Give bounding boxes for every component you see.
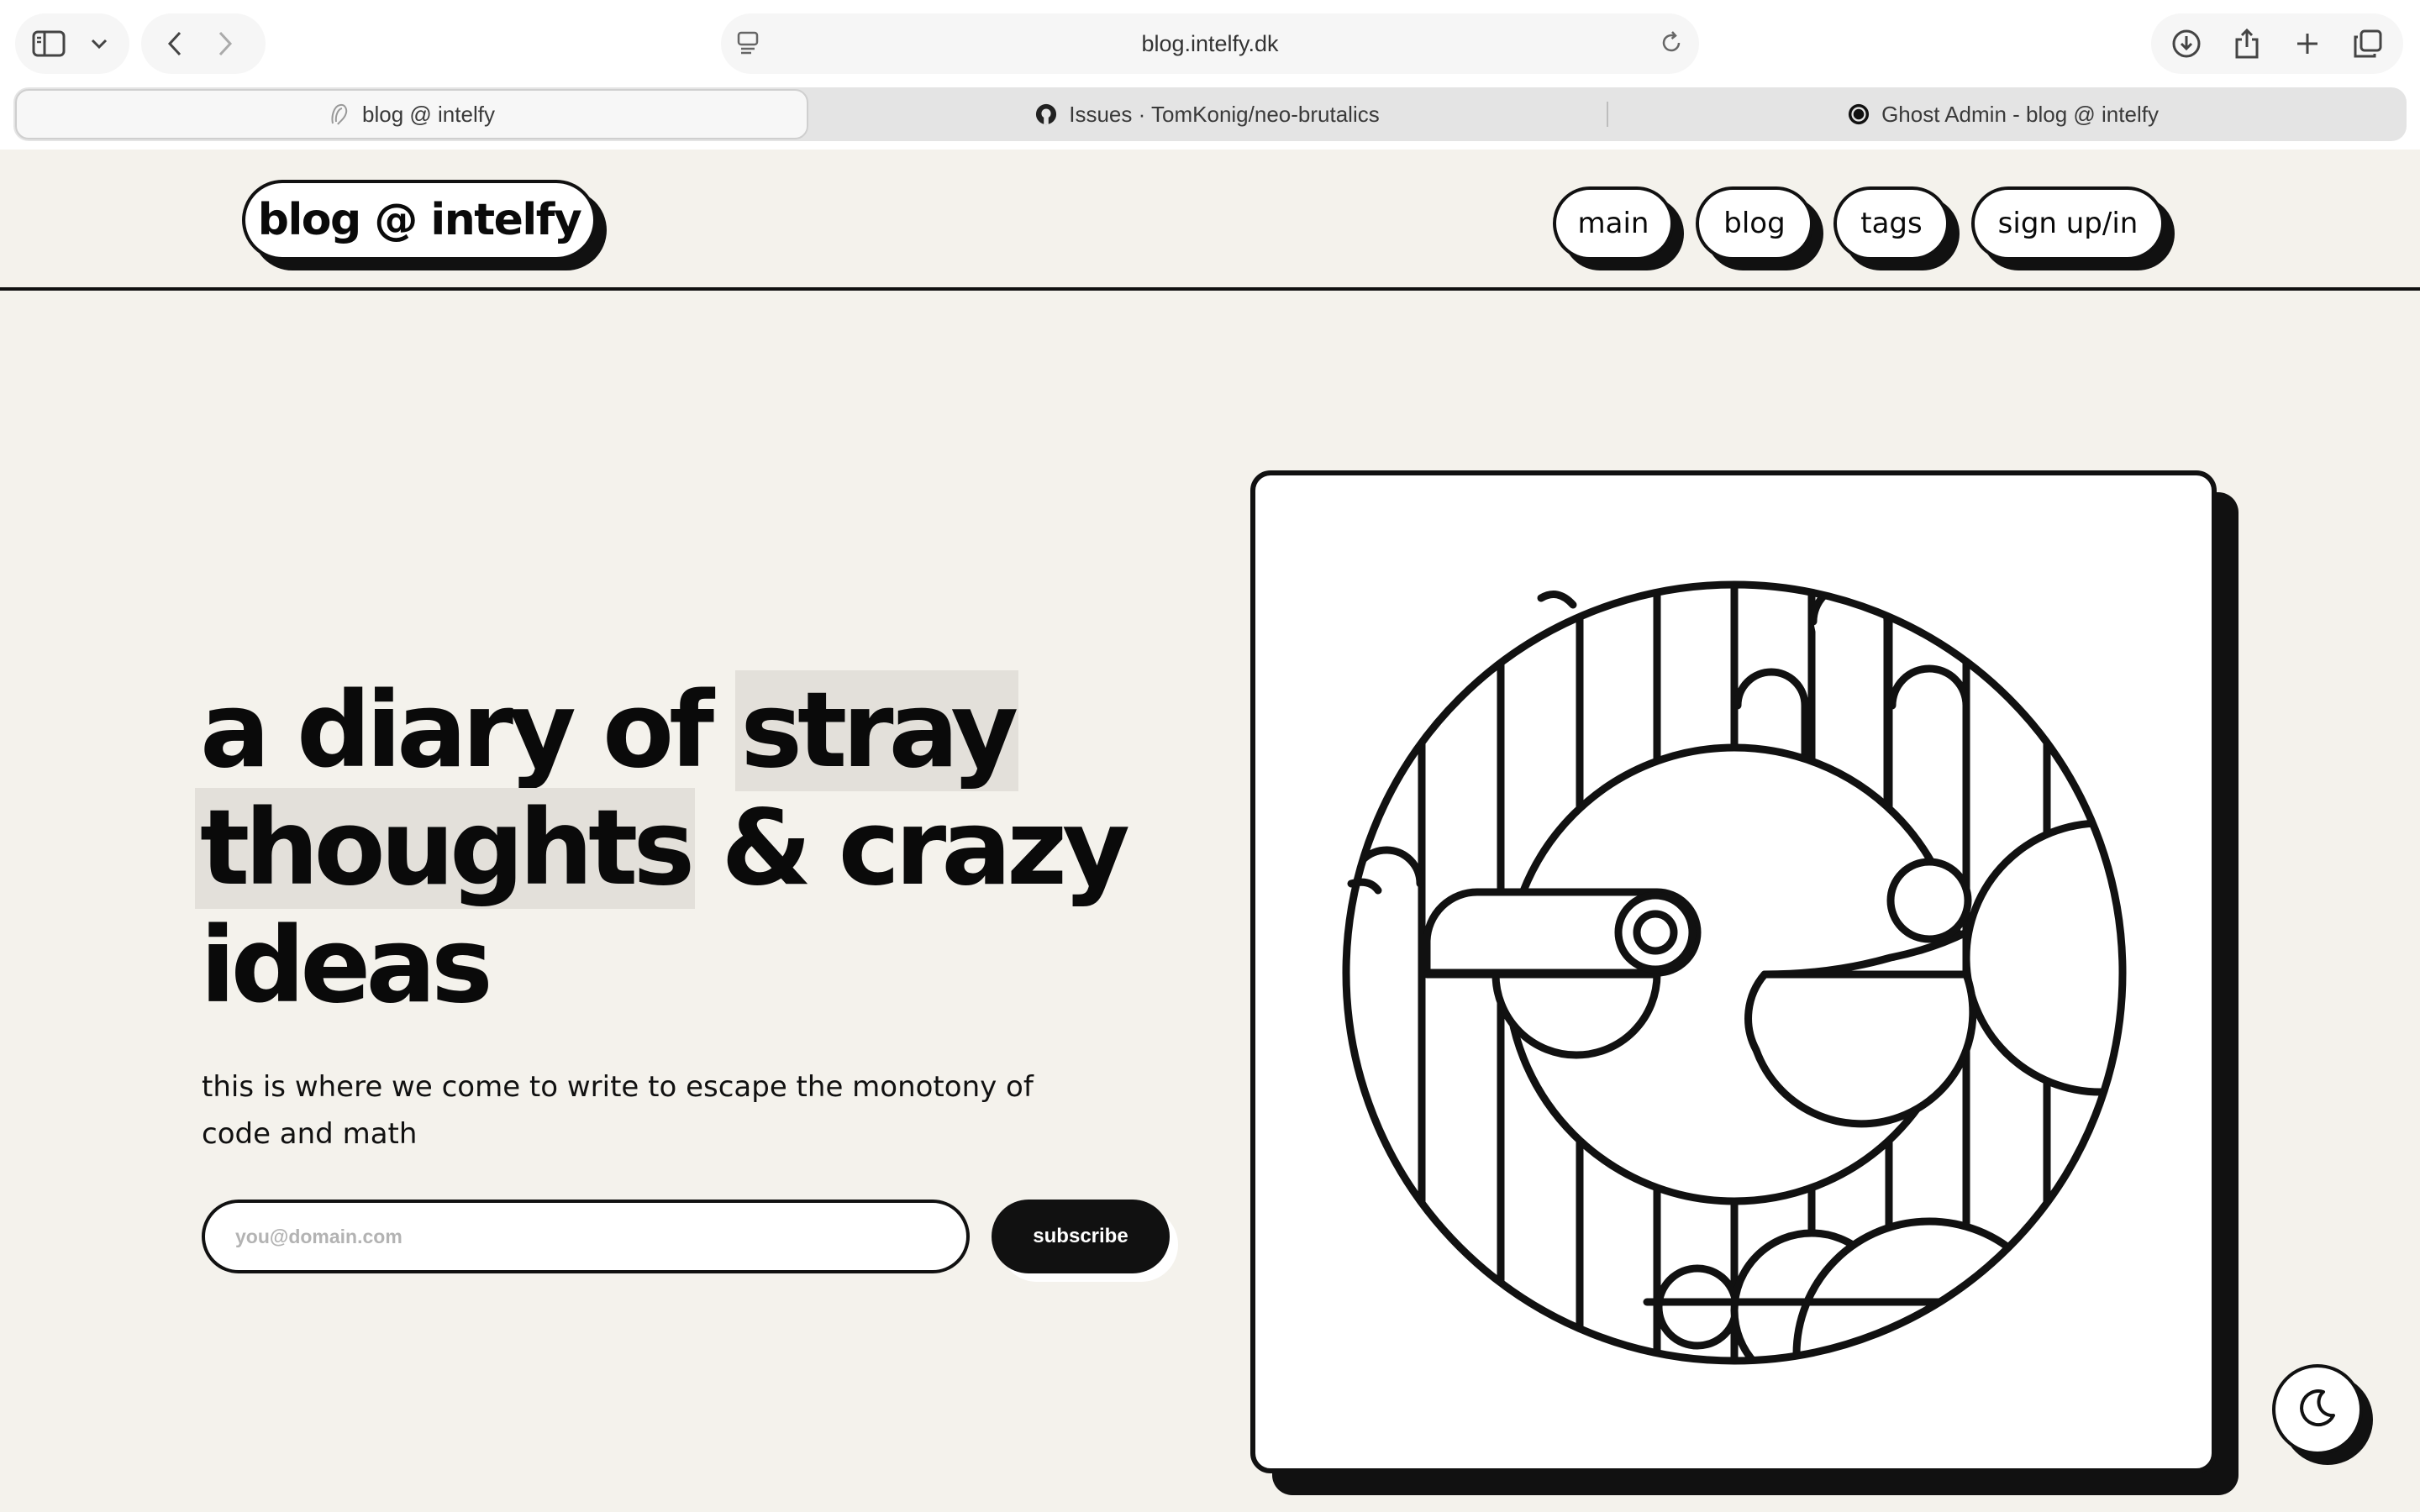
- address-bar[interactable]: blog.intelfy.dk: [721, 13, 1699, 74]
- hero-title: a diary of stray thoughts & crazy ideas: [195, 670, 1208, 1026]
- nav-tags[interactable]: tags: [1833, 186, 1949, 260]
- ghost-icon: [329, 103, 350, 125]
- tab-title: Issues · TomKonig/neo-brutalics: [1069, 101, 1380, 127]
- chevron-down-icon[interactable]: [74, 18, 124, 69]
- hero-title-text: ideas: [200, 906, 493, 1026]
- tab-title: Ghost Admin - blog @ intelfy: [1881, 101, 2159, 127]
- nav-sign-up-in[interactable]: sign up/in: [1971, 186, 2165, 260]
- ghost-admin-icon: [1848, 103, 1870, 125]
- toucan-illustration: [1342, 580, 2127, 1365]
- browser-chrome: blog.intelfy.dk blog @ intelfy Issues · …: [0, 0, 2420, 150]
- hero-title-highlight: thoughts: [195, 788, 695, 909]
- tab-github-issues[interactable]: Issues · TomKonig/neo-brutalics: [808, 89, 1607, 139]
- sidebar-controls: [15, 13, 129, 74]
- github-icon: [1035, 103, 1057, 125]
- nav-blog[interactable]: blog: [1696, 186, 1813, 260]
- reader-icon[interactable]: [736, 30, 760, 60]
- history-controls: [141, 13, 266, 74]
- hero-illustration-card: [1250, 470, 2217, 1473]
- reload-icon[interactable]: [1659, 30, 1684, 59]
- subscribe-button[interactable]: subscribe: [992, 1200, 1170, 1273]
- nav-main[interactable]: main: [1553, 186, 1674, 260]
- tab-strip: blog @ intelfy Issues · TomKonig/neo-bru…: [13, 87, 2407, 141]
- back-icon[interactable]: [150, 18, 200, 69]
- tab-overview-icon[interactable]: [2343, 18, 2393, 69]
- site-logo[interactable]: blog @ intelfy: [242, 180, 597, 260]
- toolbar-right: [2151, 13, 2403, 74]
- moon-icon: [2296, 1387, 2338, 1432]
- share-icon[interactable]: [2222, 18, 2272, 69]
- hero-title-text: a diary of: [200, 670, 741, 791]
- hero-subtitle: this is where we come to write to escape…: [202, 1070, 1034, 1151]
- forward-icon[interactable]: [200, 18, 250, 69]
- url-text: blog.intelfy.dk: [1141, 30, 1279, 56]
- new-tab-icon[interactable]: [2282, 18, 2333, 69]
- site-header: blog @ intelfy main blog tags sign up/in: [0, 150, 2420, 291]
- hero-title-highlight: stray: [735, 670, 1019, 791]
- email-field[interactable]: [202, 1200, 970, 1273]
- theme-toggle-button[interactable]: [2272, 1364, 2363, 1455]
- tab-title: blog @ intelfy: [362, 101, 495, 127]
- hero-title-text: & crazy: [690, 788, 1130, 909]
- tab-blog-intelfy[interactable]: blog @ intelfy: [15, 89, 808, 139]
- sidebar-icon[interactable]: [24, 18, 74, 69]
- download-icon[interactable]: [2161, 18, 2212, 69]
- tab-ghost-admin[interactable]: Ghost Admin - blog @ intelfy: [1608, 89, 2398, 139]
